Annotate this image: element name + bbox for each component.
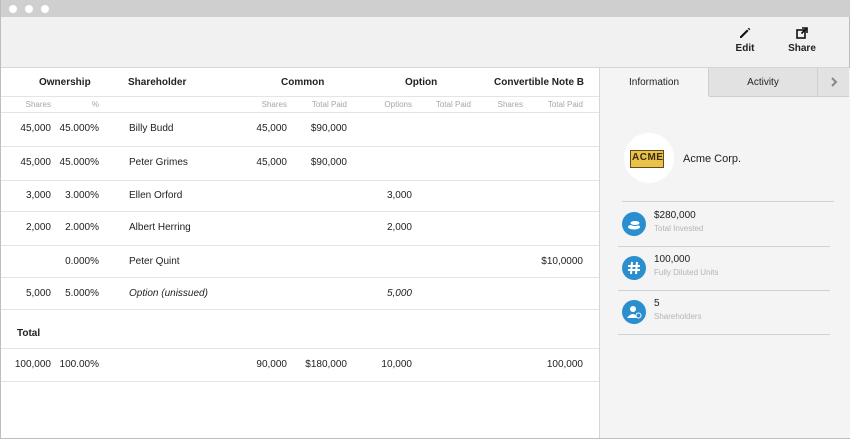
total-percent-cell: 100.00% <box>59 359 99 370</box>
ownership-header[interactable]: Ownership <box>39 77 91 88</box>
external-link-icon <box>796 27 808 39</box>
stat-fully-diluted-units: 100,000 Fully Diluted Units <box>618 246 830 291</box>
shareholder-cell[interactable]: Peter Quint <box>129 256 180 267</box>
stat-value: $280,000 <box>654 210 696 221</box>
total-label-row: Total <box>1 310 599 349</box>
cap-table: Ownership Shareholder Common Option Conv… <box>1 68 599 438</box>
total-shares-cell: 100,000 <box>14 359 51 370</box>
common-paid-cell: $90,000 <box>310 157 347 168</box>
option-header[interactable]: Option <box>405 77 437 88</box>
percent-cell: 45.000% <box>59 123 99 134</box>
table-row[interactable]: 0.000% Peter Quint $10,0000 <box>1 246 599 278</box>
stat-total-invested: $280,000 Total Invested <box>618 202 830 247</box>
pencil-icon <box>740 27 751 38</box>
company-name: Acme Corp. <box>683 153 742 165</box>
stat-value: 100,000 <box>654 254 691 265</box>
shareholder-header[interactable]: Shareholder <box>128 77 186 88</box>
shareholder-cell[interactable]: Albert Herring <box>129 222 191 233</box>
logo-text: ACME <box>632 152 664 163</box>
options-cell: 2,000 <box>386 222 412 233</box>
options-subheader: Options <box>384 100 412 109</box>
company-logo: ACME <box>624 133 674 183</box>
total-options-cell: 10,000 <box>381 359 412 370</box>
tab-information[interactable]: Information <box>600 68 709 96</box>
common-shares-subheader: Shares <box>261 100 287 109</box>
shares-subheader: Shares <box>25 100 51 109</box>
common-paid-subheader: Total Paid <box>311 100 347 109</box>
shareholders-icon <box>622 300 646 324</box>
shares-cell: 45,000 <box>20 123 51 134</box>
window-close-dot[interactable] <box>9 5 17 13</box>
coins-icon <box>622 212 646 236</box>
stat-value: 5 <box>654 298 660 309</box>
acme-logo-icon: ACME <box>630 150 664 168</box>
edit-button[interactable]: Edit <box>725 26 765 54</box>
shareholder-cell[interactable]: Ellen Orford <box>129 190 182 201</box>
option-paid-subheader: Total Paid <box>435 100 471 109</box>
percent-cell: 3.000% <box>65 190 99 201</box>
percent-cell: 5.000% <box>65 288 99 299</box>
window-maximize-dot[interactable] <box>41 5 49 13</box>
shares-cell: 45,000 <box>20 157 51 168</box>
conv-paid-cell: $10,0000 <box>541 256 583 267</box>
stat-label: Total Invested <box>654 224 704 233</box>
total-common-shares-cell: 90,000 <box>256 359 287 370</box>
options-cell: 3,000 <box>386 190 412 201</box>
options-cell: 5,000 <box>386 288 412 299</box>
stat-label: Fully Diluted Units <box>654 268 719 277</box>
shareholder-cell[interactable]: Option (unissued) <box>129 288 208 299</box>
edit-label: Edit <box>735 43 755 54</box>
share-button[interactable]: Share <box>782 26 822 54</box>
toolbar: Edit Share <box>1 17 849 68</box>
window-minimize-dot[interactable] <box>25 5 33 13</box>
shareholder-cell[interactable]: Peter Grimes <box>129 157 188 168</box>
info-panel: Information Activity ACME Acme Corp. $28… <box>599 68 850 438</box>
percent-cell: 2.000% <box>65 222 99 233</box>
common-header[interactable]: Common <box>281 77 324 88</box>
common-shares-cell: 45,000 <box>256 123 287 134</box>
table-row[interactable]: 45,000 45.000% Billy Budd 45,000 $90,000 <box>1 113 599 147</box>
total-label: Total <box>17 328 41 339</box>
table-header-row: Ownership Shareholder Common Option Conv… <box>1 68 599 97</box>
app-window: Edit Share Ownership Shareholder Common … <box>0 0 850 439</box>
common-shares-cell: 45,000 <box>256 157 287 168</box>
table-row[interactable]: 5,000 5.000% Option (unissued) 5,000 <box>1 278 599 310</box>
shares-cell: 3,000 <box>25 190 51 201</box>
total-conv-paid-cell: 100,000 <box>546 359 583 370</box>
shares-cell: 2,000 <box>25 222 51 233</box>
shareholder-cell[interactable]: Billy Budd <box>129 123 173 134</box>
percent-subheader: % <box>91 100 99 109</box>
table-subheader-row: Shares % Shares Total Paid Options Total… <box>1 97 599 113</box>
conv-shares-subheader: Shares <box>497 100 523 109</box>
company-card: ACME Acme Corp. <box>622 133 834 202</box>
conv-paid-subheader: Total Paid <box>547 100 583 109</box>
total-common-paid-cell: $180,000 <box>305 359 347 370</box>
chevron-right-icon <box>830 77 837 87</box>
table-row[interactable]: 2,000 2.000% Albert Herring 2,000 <box>1 212 599 246</box>
tab-scroll-right[interactable] <box>818 68 849 97</box>
common-paid-cell: $90,000 <box>310 123 347 134</box>
share-label: Share <box>788 43 816 54</box>
percent-cell: 45.000% <box>59 157 99 168</box>
total-row: 100,000 100.00% 90,000 $180,000 10,000 1… <box>1 349 599 382</box>
tab-activity[interactable]: Activity <box>709 68 818 97</box>
percent-cell: 0.000% <box>65 256 99 267</box>
title-bar <box>1 0 850 17</box>
hash-icon <box>622 256 646 280</box>
convertible-header[interactable]: Convertible Note B <box>494 77 584 88</box>
panel-tabs: Information Activity <box>600 68 850 97</box>
table-row[interactable]: 45,000 45.000% Peter Grimes 45,000 $90,0… <box>1 147 599 181</box>
table-row[interactable]: 3,000 3.000% Ellen Orford 3,000 <box>1 181 599 212</box>
stat-label: Shareholders <box>654 312 702 321</box>
shares-cell: 5,000 <box>25 288 51 299</box>
stat-shareholders: 5 Shareholders <box>618 290 830 335</box>
